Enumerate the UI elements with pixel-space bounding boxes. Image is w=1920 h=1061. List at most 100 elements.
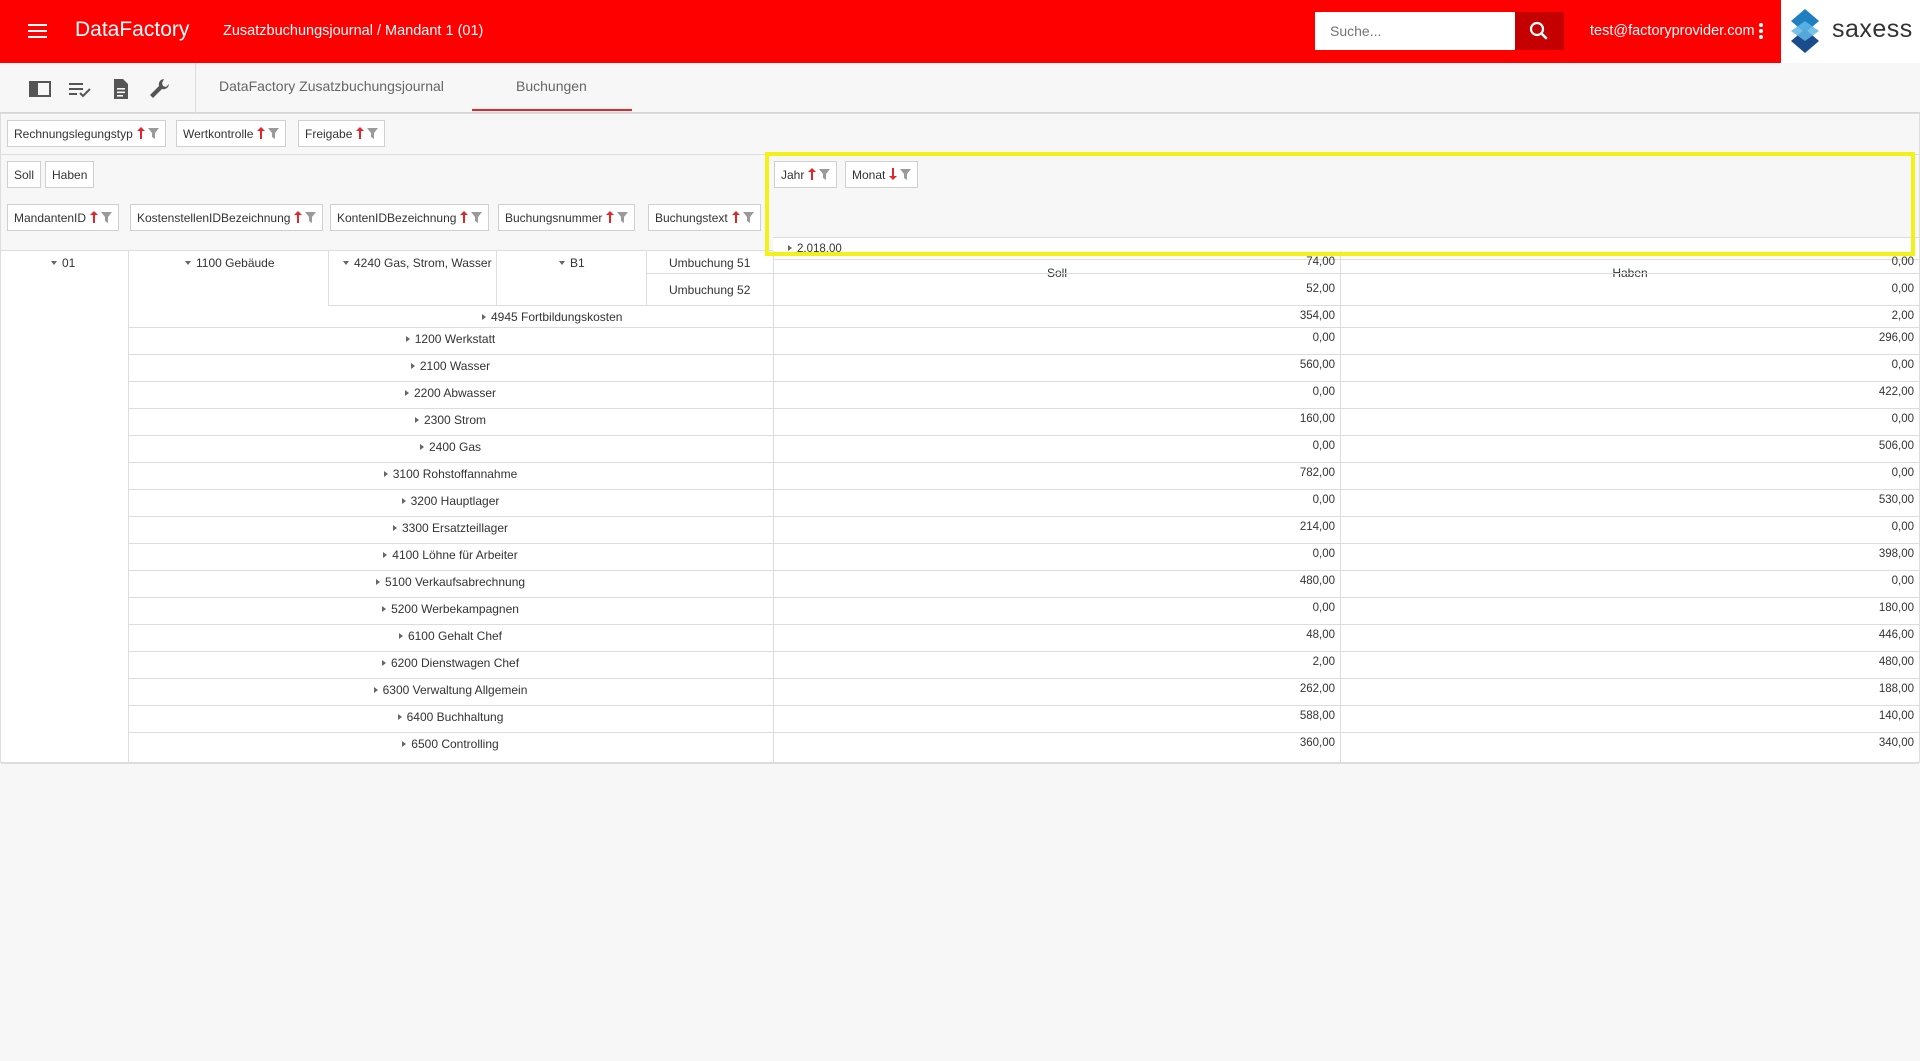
mandant-cell[interactable]: 01 [51,256,75,270]
column-field-monat[interactable]: Monat [845,161,919,188]
filter-icon[interactable] [471,212,483,223]
hamburger-menu-icon[interactable] [24,20,52,42]
konto-cell[interactable]: 4240 Gas, Strom, Wasser [343,256,492,270]
checklist-icon[interactable] [67,76,93,102]
kostenstelle-cell[interactable]: 1100 Gebäude [185,256,275,270]
expand-icon[interactable] [402,741,407,747]
filter-field-wertkontrolle[interactable]: Wertkontrolle [176,120,287,147]
sort-ascending-icon[interactable] [136,127,145,139]
filter-icon[interactable] [101,212,113,223]
kostenstelle-row[interactable]: 2400 Gas [128,440,773,454]
expand-icon[interactable] [404,390,409,396]
row-field-kostenstelle[interactable]: KostenstellenIDBezeichnung [130,204,324,231]
sort-ascending-icon[interactable] [808,168,817,180]
filter-icon[interactable] [900,169,912,180]
expand-icon[interactable] [383,471,388,477]
collapse-icon[interactable] [51,261,57,265]
expand-icon[interactable] [419,444,424,450]
expand-icon[interactable] [397,714,402,720]
haben-value: 0,00 [1891,413,1914,425]
soll-value: 480,00 [1299,575,1335,587]
soll-value: 0,00 [1312,386,1335,398]
sort-ascending-icon[interactable] [356,127,365,139]
kostenstelle-row[interactable]: 5100 Verkaufsabrechnung [128,575,773,589]
field-label: Rechnungslegungstyp [14,127,133,141]
expand-icon[interactable] [482,314,486,320]
expand-icon[interactable] [392,525,397,531]
haben-value: 446,00 [1878,629,1914,641]
sort-ascending-icon[interactable] [606,211,615,223]
document-icon[interactable] [107,76,133,102]
field-label: KostenstellenIDBezeichnung [137,211,291,225]
expand-icon[interactable] [414,417,419,423]
sort-ascending-icon[interactable] [294,211,303,223]
kostenstelle-row[interactable]: 2200 Abwasser [128,386,773,400]
collapse-icon[interactable] [559,261,565,265]
sort-descending-icon[interactable] [889,168,898,180]
filter-icon[interactable] [268,128,280,139]
expand-icon[interactable] [410,363,415,369]
row-field-buchungstext[interactable]: Buchungstext [648,204,761,231]
more-vert-icon[interactable] [1757,23,1765,40]
sort-ascending-icon[interactable] [257,127,266,139]
filter-icon[interactable] [819,169,831,180]
tab-buchungen[interactable]: Buchungen [516,78,587,94]
expand-icon[interactable] [382,606,387,612]
sort-ascending-icon[interactable] [90,211,99,223]
expand-icon[interactable] [398,633,403,639]
buchungsnummer-value: B1 [570,256,585,270]
active-tab-indicator [472,109,632,111]
filter-field-rechnungslegungstyp[interactable]: Rechnungslegungstyp [7,120,166,147]
konto-cell[interactable]: 4945 Fortbildungskosten [482,310,622,324]
kostenstelle-value: 6200 Dienstwagen Chef [390,656,520,670]
kostenstelle-row[interactable]: 5200 Werbekampagnen [128,602,773,616]
kostenstelle-row[interactable]: 2100 Wasser [128,359,773,373]
filter-field-freigabe[interactable]: Freigabe [298,120,386,147]
buchungsnummer-cell[interactable]: B1 [559,256,585,270]
wrench-icon[interactable] [147,76,173,102]
layout-panel-icon[interactable] [27,76,53,102]
filter-icon[interactable] [367,128,379,139]
soll-value: 74,00 [1306,256,1335,268]
sort-ascending-icon[interactable] [460,211,469,223]
column-header-year[interactable]: 2.018,00 [773,237,1919,259]
filter-icon[interactable] [147,128,159,139]
expand-icon[interactable] [788,245,792,251]
row-field-buchungsnummer[interactable]: Buchungsnummer [498,204,636,231]
expand-icon[interactable] [401,498,406,504]
filter-icon[interactable] [742,212,754,223]
expand-icon[interactable] [375,579,380,585]
kostenstelle-row[interactable]: 3300 Ersatzteillager [128,521,773,535]
collapse-icon[interactable] [343,261,349,265]
expand-icon[interactable] [383,552,388,558]
kostenstelle-row[interactable]: 3200 Hauptlager [128,494,773,508]
tab-zusatzbuchungsjournal[interactable]: DataFactory Zusatzbuchungsjournal [219,78,444,94]
kostenstelle-row[interactable]: 2300 Strom [128,413,773,427]
row-field-mandantenid[interactable]: MandantenID [7,204,120,231]
row-field-konto[interactable]: KontenIDBezeichnung [330,204,490,231]
kostenstelle-row[interactable]: 6500 Controlling [128,737,773,751]
kostenstelle-row[interactable]: 3100 Rohstoffannahme [128,467,773,481]
data-field-soll[interactable]: Soll [7,161,42,188]
collapse-icon[interactable] [185,261,191,265]
kostenstelle-row[interactable]: 6100 Gehalt Chef [128,629,773,643]
kostenstelle-row[interactable]: 4100 Löhne für Arbeiter [128,548,773,562]
kostenstelle-row[interactable]: 6300 Verwaltung Allgemein [128,683,773,697]
search-button[interactable] [1515,12,1564,50]
data-field-haben[interactable]: Haben [45,161,95,188]
column-field-jahr[interactable]: Jahr [774,161,838,188]
app-title[interactable]: DataFactory [75,18,189,42]
kostenstelle-row[interactable]: 1200 Werkstatt [128,332,773,346]
kostenstelle-value: 3200 Hauptlager [410,494,500,508]
user-email[interactable]: test@factoryprovider.com [1590,23,1755,39]
sort-ascending-icon[interactable] [731,211,740,223]
expand-icon[interactable] [405,336,410,342]
kostenstelle-row[interactable]: 6400 Buchhaltung [128,710,773,724]
kostenstelle-row[interactable]: 6200 Dienstwagen Chef [128,656,773,670]
expand-icon[interactable] [381,660,386,666]
soll-value: 262,00 [1299,683,1335,695]
filter-icon[interactable] [305,212,317,223]
search-input[interactable] [1315,12,1515,50]
expand-icon[interactable] [373,687,378,693]
filter-icon[interactable] [617,212,629,223]
